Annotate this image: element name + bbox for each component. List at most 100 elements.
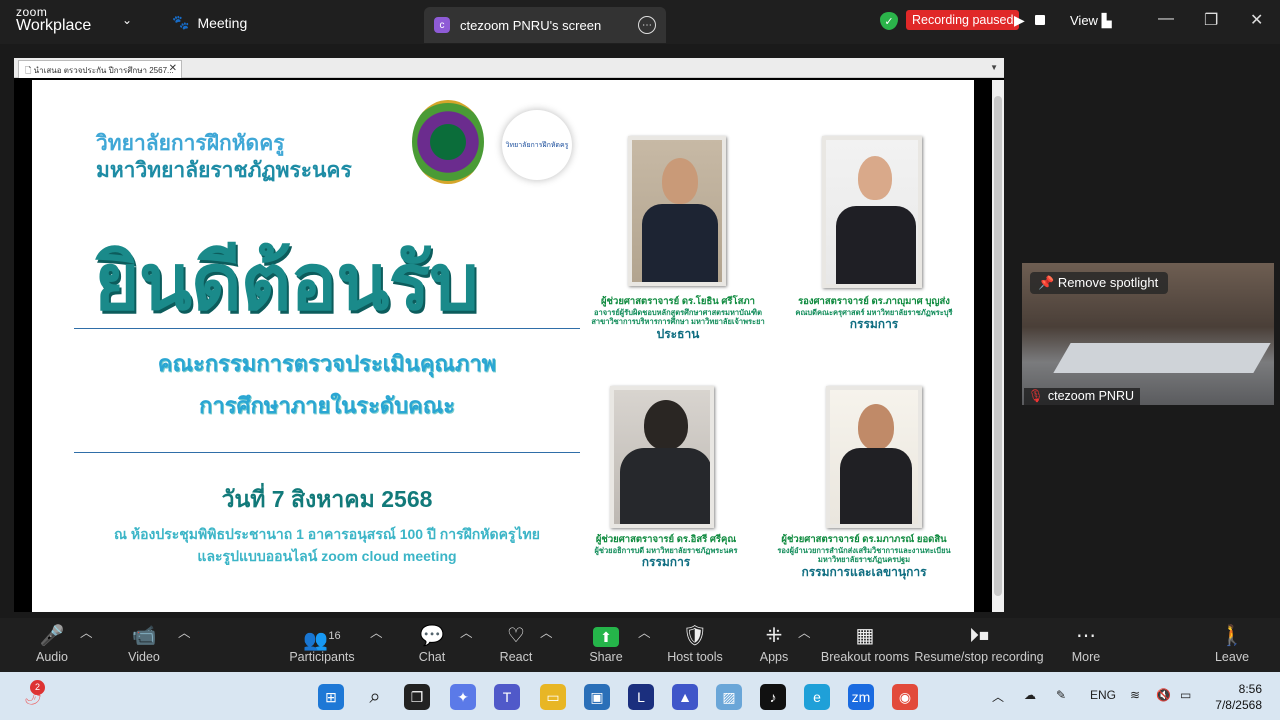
person-affiliation: ผู้ช่วยอธิการบดี มหาวิทยาลัยราชภัฏพระนคร (594, 545, 738, 555)
chat-button[interactable]: 💬 Chat (412, 622, 452, 664)
person-role: กรรมการและเลขานุการ (801, 564, 927, 579)
scrollbar-thumb[interactable] (994, 96, 1002, 596)
person-name: รองศาสตราจารย์ ดร.ภาญุมาศ บุญส่ง (798, 296, 950, 307)
document-icon: 🗋 (25, 66, 34, 75)
store-icon[interactable]: ▣ (584, 684, 610, 710)
person-role: ประธาน (656, 326, 700, 341)
view-label: View (1070, 13, 1098, 28)
person-name: ผู้ช่วยศาสตราจารย์ ดร.โยธิน ศรีโสภา (600, 296, 756, 307)
line-app-icon[interactable]: L (628, 684, 654, 710)
chat-options-caret[interactable]: ︿ (460, 622, 473, 641)
cloud-offline-icon[interactable]: ☁ (1024, 688, 1036, 702)
remove-spotlight-button[interactable]: 📌 Remove spotlight (1030, 272, 1169, 294)
participants-icon: 👥16 (303, 629, 341, 652)
person-role: กรรมการ (641, 555, 691, 570)
video-button[interactable]: 📹 Video (122, 622, 166, 664)
venue-line2: และรูปแบบออนไลน์ zoom cloud meeting (197, 548, 457, 564)
participant-name-tag: 🎙 ctezoom PNRU (1024, 388, 1141, 405)
host-tools-button[interactable]: 🛡 Host tools (664, 622, 726, 664)
apps-options-caret[interactable]: ︿ (798, 622, 811, 641)
share-icon: ⬆ (593, 627, 619, 647)
security-shield-icon[interactable]: ✓ (880, 12, 898, 30)
presentation-slide: วิทยาลัยการฝึกหัดครู มหาวิทยาลัยราชภัฏพร… (32, 80, 974, 612)
participants-label: Participants (289, 650, 355, 664)
shared-screen-tab[interactable]: c ctezoom PNRU's screen ⋯ (424, 7, 666, 43)
zoom-icon[interactable]: zm (848, 684, 874, 710)
more-options-icon[interactable]: ⋯ (638, 16, 656, 34)
portrait-head (858, 404, 894, 450)
video-options-caret[interactable]: ︿ (178, 622, 191, 641)
pen-icon[interactable]: ✎ (1056, 688, 1066, 702)
volume-muted-icon[interactable]: 🔇 (1156, 688, 1171, 702)
copilot-icon[interactable]: ✦ (450, 684, 476, 710)
share-button[interactable]: ⬆ Share (586, 622, 626, 664)
browser-tab[interactable]: 🗋 นำเสนอ ตรวจประกัน ปีการศึกษา 2567... ✕ (18, 60, 182, 78)
teams-icon[interactable]: T (494, 684, 520, 710)
battery-icon[interactable]: ▭ (1180, 688, 1191, 702)
react-options-caret[interactable]: ︿ (540, 622, 553, 641)
chevron-down-icon[interactable]: ⌄ (122, 13, 132, 27)
shield-icon: 🛡 (682, 625, 708, 647)
system-clock[interactable]: 8:56 7/8/2568 (1215, 681, 1262, 713)
participant-name: ctezoom PNRU (1047, 389, 1135, 403)
apps-button[interactable]: ⁜ Apps (756, 622, 792, 664)
apps-icon: ⁜ (765, 625, 783, 647)
file-explorer-icon[interactable]: ▭ (540, 684, 566, 710)
zoom-workplace-logo[interactable]: zoom Workplace (16, 6, 91, 34)
remove-spotlight-label: Remove spotlight (1057, 275, 1159, 290)
portrait-head (662, 158, 698, 204)
meeting-menu[interactable]: 🐾 Meeting (172, 14, 247, 31)
participants-options-caret[interactable]: ︿ (370, 622, 383, 641)
leave-button[interactable]: 🚶 Leave (1212, 622, 1252, 664)
person-affiliation: สาขาวิชาการบริหารการศึกษา มหาวิทยาลัยเจ้… (591, 317, 765, 327)
show-hidden-icons-caret[interactable]: ︿ (992, 688, 1004, 705)
sharer-avatar: c (434, 17, 450, 33)
apps-label: Apps (759, 650, 789, 664)
shared-screen-title: ctezoom PNRU's screen (460, 17, 602, 33)
scrollbar[interactable] (992, 80, 1004, 612)
participants-button[interactable]: 👥16 Participants (286, 622, 358, 664)
breakout-rooms-button[interactable]: ▦ Breakout rooms (820, 622, 910, 664)
resume-recording-icon[interactable]: ▶ (1014, 12, 1025, 29)
meeting-controls: 🎤 Audio ︿ 📹 Video ︿ 👥16 Participants ︿ 💬 Cha… (0, 618, 1280, 672)
task-view-icon[interactable]: ❐ (404, 684, 430, 710)
edge-icon[interactable]: e (804, 684, 830, 710)
close-icon[interactable]: ✕ (1250, 10, 1263, 30)
person-caption: ผู้ช่วยศาสตราจารย์ ดร.โยธิน ศรีโสภา อาจา… (588, 296, 768, 342)
more-button[interactable]: ⋯ More (1066, 622, 1106, 664)
viewer-margin (974, 80, 1004, 612)
chrome-icon[interactable]: ◉ (892, 684, 918, 710)
search-icon[interactable]: ⌕ (362, 684, 388, 710)
stop-recording-icon[interactable] (1035, 15, 1045, 25)
person-name: ผู้ช่วยศาสตราจารย์ ดร.มภาภรณ์ ยอดสิน (781, 534, 947, 545)
react-button[interactable]: ♡ React (496, 622, 536, 664)
language-indicator[interactable]: ENG (1090, 688, 1116, 702)
audio-options-caret[interactable]: ︿ (80, 622, 93, 641)
minimize-icon[interactable]: — (1158, 10, 1174, 28)
share-options-caret[interactable]: ︿ (638, 622, 651, 641)
more-label: More (1071, 650, 1101, 664)
vpn-app-icon[interactable]: ▲ (672, 684, 698, 710)
meeting-label: Meeting (197, 14, 248, 31)
tab-close-icon[interactable]: ✕ (169, 63, 177, 74)
browser-tab-bar: 🗋 นำเสนอ ตรวจประกัน ปีการศึกษา 2567... ✕… (14, 58, 1004, 78)
start-icon[interactable]: ⊞ (318, 684, 344, 710)
portrait-head (858, 156, 892, 200)
restore-icon[interactable]: ❐ (1204, 10, 1218, 30)
college-logo-text: วิทยาลัยการฝึกหัดครู (505, 142, 569, 149)
host-tools-label: Host tools (667, 650, 723, 664)
breakout-label: Breakout rooms (820, 650, 910, 664)
tab-list-icon[interactable]: ▼ (990, 63, 998, 72)
react-label: React (499, 650, 533, 664)
wifi-icon[interactable]: ≋ (1130, 688, 1140, 702)
view-button[interactable]: View ▙ (1070, 13, 1112, 29)
audio-button[interactable]: 🎤 Audio (30, 622, 74, 664)
muted-mic-icon: 🎙 (1028, 389, 1044, 403)
resume-stop-recording-button[interactable]: ⏵⏹ Resume/stop recording (914, 622, 1044, 664)
photos-icon[interactable]: ▨ (716, 684, 742, 710)
muted-mic-icon: 🎤 (39, 625, 65, 647)
clock-time: 8:56 (1238, 682, 1262, 696)
tiktok-icon[interactable]: ♪ (760, 684, 786, 710)
resume-stop-label: Resume/stop recording (914, 650, 1044, 664)
person-caption: ผู้ช่วยศาสตราจารย์ ดร.มภาภรณ์ ยอดสิน รอง… (764, 534, 964, 580)
